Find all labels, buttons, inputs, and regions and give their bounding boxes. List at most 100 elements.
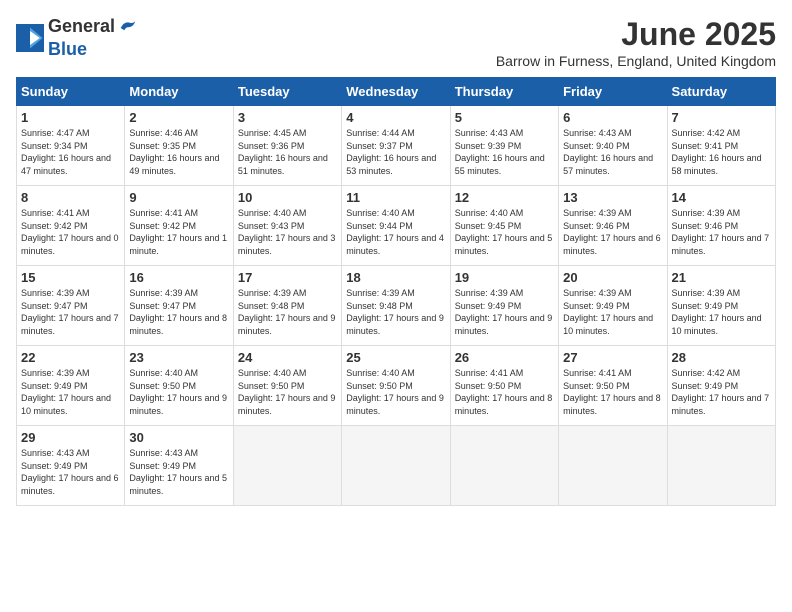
day-number: 29 [21, 430, 120, 445]
logo-icon [16, 24, 44, 52]
day-info: Sunrise: 4:40 AM Sunset: 9:43 PM Dayligh… [238, 207, 337, 257]
week-row-4: 22 Sunrise: 4:39 AM Sunset: 9:49 PM Dayl… [17, 346, 776, 426]
day-info: Sunrise: 4:41 AM Sunset: 9:50 PM Dayligh… [455, 367, 554, 417]
calendar-cell: 24 Sunrise: 4:40 AM Sunset: 9:50 PM Dayl… [233, 346, 341, 426]
calendar-cell: 1 Sunrise: 4:47 AM Sunset: 9:34 PM Dayli… [17, 106, 125, 186]
day-number: 13 [563, 190, 662, 205]
calendar-cell: 25 Sunrise: 4:40 AM Sunset: 9:50 PM Dayl… [342, 346, 450, 426]
calendar-cell: 29 Sunrise: 4:43 AM Sunset: 9:49 PM Dayl… [17, 426, 125, 506]
calendar-cell [450, 426, 558, 506]
day-number: 19 [455, 270, 554, 285]
calendar-cell: 23 Sunrise: 4:40 AM Sunset: 9:50 PM Dayl… [125, 346, 233, 426]
day-info: Sunrise: 4:39 AM Sunset: 9:46 PM Dayligh… [672, 207, 771, 257]
day-info: Sunrise: 4:39 AM Sunset: 9:48 PM Dayligh… [346, 287, 445, 337]
week-row-3: 15 Sunrise: 4:39 AM Sunset: 9:47 PM Dayl… [17, 266, 776, 346]
day-info: Sunrise: 4:39 AM Sunset: 9:47 PM Dayligh… [129, 287, 228, 337]
day-info: Sunrise: 4:43 AM Sunset: 9:49 PM Dayligh… [21, 447, 120, 497]
day-number: 30 [129, 430, 228, 445]
day-info: Sunrise: 4:40 AM Sunset: 9:50 PM Dayligh… [238, 367, 337, 417]
day-number: 12 [455, 190, 554, 205]
day-number: 4 [346, 110, 445, 125]
calendar-cell: 10 Sunrise: 4:40 AM Sunset: 9:43 PM Dayl… [233, 186, 341, 266]
weekday-header-thursday: Thursday [450, 78, 558, 106]
day-number: 18 [346, 270, 445, 285]
day-info: Sunrise: 4:40 AM Sunset: 9:45 PM Dayligh… [455, 207, 554, 257]
day-number: 14 [672, 190, 771, 205]
day-info: Sunrise: 4:39 AM Sunset: 9:49 PM Dayligh… [21, 367, 120, 417]
title-area: June 2025 Barrow in Furness, England, Un… [496, 16, 776, 69]
location-subtitle: Barrow in Furness, England, United Kingd… [496, 53, 776, 69]
day-info: Sunrise: 4:40 AM Sunset: 9:50 PM Dayligh… [129, 367, 228, 417]
week-row-1: 1 Sunrise: 4:47 AM Sunset: 9:34 PM Dayli… [17, 106, 776, 186]
day-info: Sunrise: 4:39 AM Sunset: 9:48 PM Dayligh… [238, 287, 337, 337]
logo-general: General [48, 16, 115, 39]
day-info: Sunrise: 4:41 AM Sunset: 9:42 PM Dayligh… [21, 207, 120, 257]
day-info: Sunrise: 4:43 AM Sunset: 9:39 PM Dayligh… [455, 127, 554, 177]
calendar-cell: 6 Sunrise: 4:43 AM Sunset: 9:40 PM Dayli… [559, 106, 667, 186]
day-number: 5 [455, 110, 554, 125]
day-number: 16 [129, 270, 228, 285]
day-number: 6 [563, 110, 662, 125]
day-number: 24 [238, 350, 337, 365]
day-number: 27 [563, 350, 662, 365]
calendar-cell: 20 Sunrise: 4:39 AM Sunset: 9:49 PM Dayl… [559, 266, 667, 346]
day-info: Sunrise: 4:45 AM Sunset: 9:36 PM Dayligh… [238, 127, 337, 177]
day-info: Sunrise: 4:41 AM Sunset: 9:42 PM Dayligh… [129, 207, 228, 257]
day-info: Sunrise: 4:46 AM Sunset: 9:35 PM Dayligh… [129, 127, 228, 177]
calendar-cell: 12 Sunrise: 4:40 AM Sunset: 9:45 PM Dayl… [450, 186, 558, 266]
calendar-cell: 2 Sunrise: 4:46 AM Sunset: 9:35 PM Dayli… [125, 106, 233, 186]
calendar-cell: 13 Sunrise: 4:39 AM Sunset: 9:46 PM Dayl… [559, 186, 667, 266]
logo-bird-icon [117, 17, 139, 39]
calendar-cell: 18 Sunrise: 4:39 AM Sunset: 9:48 PM Dayl… [342, 266, 450, 346]
day-number: 10 [238, 190, 337, 205]
day-number: 2 [129, 110, 228, 125]
day-info: Sunrise: 4:39 AM Sunset: 9:49 PM Dayligh… [563, 287, 662, 337]
logo: General Blue [16, 16, 139, 60]
calendar-cell: 14 Sunrise: 4:39 AM Sunset: 9:46 PM Dayl… [667, 186, 775, 266]
calendar-cell [342, 426, 450, 506]
day-number: 17 [238, 270, 337, 285]
weekday-header-tuesday: Tuesday [233, 78, 341, 106]
day-info: Sunrise: 4:39 AM Sunset: 9:46 PM Dayligh… [563, 207, 662, 257]
weekday-header-saturday: Saturday [667, 78, 775, 106]
calendar-cell: 7 Sunrise: 4:42 AM Sunset: 9:41 PM Dayli… [667, 106, 775, 186]
calendar-cell: 4 Sunrise: 4:44 AM Sunset: 9:37 PM Dayli… [342, 106, 450, 186]
day-number: 25 [346, 350, 445, 365]
calendar-cell: 27 Sunrise: 4:41 AM Sunset: 9:50 PM Dayl… [559, 346, 667, 426]
calendar-cell: 17 Sunrise: 4:39 AM Sunset: 9:48 PM Dayl… [233, 266, 341, 346]
day-info: Sunrise: 4:47 AM Sunset: 9:34 PM Dayligh… [21, 127, 120, 177]
day-number: 1 [21, 110, 120, 125]
day-number: 23 [129, 350, 228, 365]
day-info: Sunrise: 4:42 AM Sunset: 9:41 PM Dayligh… [672, 127, 771, 177]
day-info: Sunrise: 4:39 AM Sunset: 9:49 PM Dayligh… [672, 287, 771, 337]
calendar-cell: 9 Sunrise: 4:41 AM Sunset: 9:42 PM Dayli… [125, 186, 233, 266]
calendar-cell: 11 Sunrise: 4:40 AM Sunset: 9:44 PM Dayl… [342, 186, 450, 266]
logo-text: General Blue [48, 16, 139, 60]
calendar-cell [233, 426, 341, 506]
calendar-cell: 28 Sunrise: 4:42 AM Sunset: 9:49 PM Dayl… [667, 346, 775, 426]
day-number: 20 [563, 270, 662, 285]
weekday-header-monday: Monday [125, 78, 233, 106]
day-info: Sunrise: 4:44 AM Sunset: 9:37 PM Dayligh… [346, 127, 445, 177]
calendar-cell [559, 426, 667, 506]
day-info: Sunrise: 4:39 AM Sunset: 9:49 PM Dayligh… [455, 287, 554, 337]
logo-blue: Blue [48, 39, 139, 60]
weekday-header-row: SundayMondayTuesdayWednesdayThursdayFrid… [17, 78, 776, 106]
day-number: 28 [672, 350, 771, 365]
day-info: Sunrise: 4:40 AM Sunset: 9:44 PM Dayligh… [346, 207, 445, 257]
day-number: 7 [672, 110, 771, 125]
calendar-cell: 26 Sunrise: 4:41 AM Sunset: 9:50 PM Dayl… [450, 346, 558, 426]
day-number: 15 [21, 270, 120, 285]
day-info: Sunrise: 4:41 AM Sunset: 9:50 PM Dayligh… [563, 367, 662, 417]
calendar-table: SundayMondayTuesdayWednesdayThursdayFrid… [16, 77, 776, 506]
calendar-cell: 15 Sunrise: 4:39 AM Sunset: 9:47 PM Dayl… [17, 266, 125, 346]
calendar-cell [667, 426, 775, 506]
day-info: Sunrise: 4:40 AM Sunset: 9:50 PM Dayligh… [346, 367, 445, 417]
day-number: 8 [21, 190, 120, 205]
day-number: 21 [672, 270, 771, 285]
day-info: Sunrise: 4:42 AM Sunset: 9:49 PM Dayligh… [672, 367, 771, 417]
calendar-cell: 8 Sunrise: 4:41 AM Sunset: 9:42 PM Dayli… [17, 186, 125, 266]
day-info: Sunrise: 4:43 AM Sunset: 9:40 PM Dayligh… [563, 127, 662, 177]
month-year-title: June 2025 [496, 16, 776, 53]
weekday-header-friday: Friday [559, 78, 667, 106]
